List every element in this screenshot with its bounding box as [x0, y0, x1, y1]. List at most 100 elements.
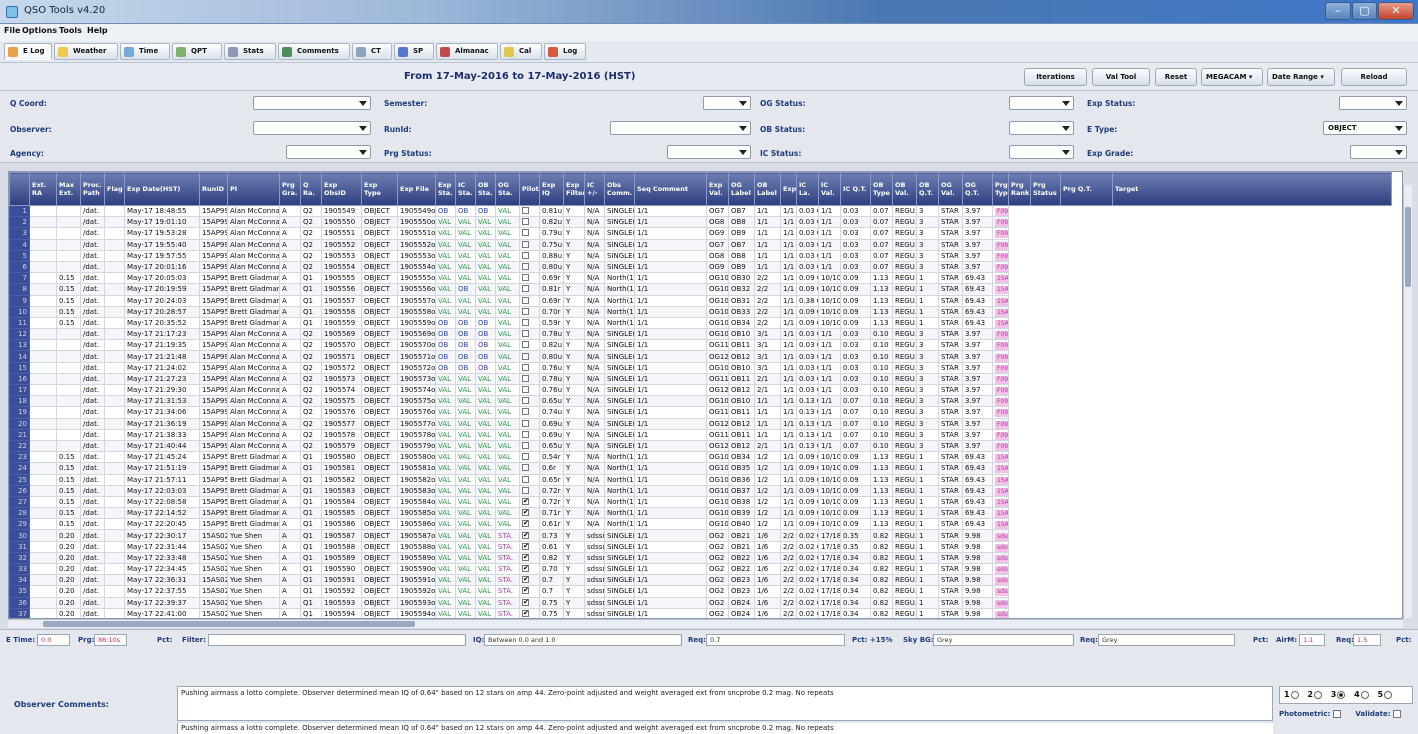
pilot-checkbox[interactable]: [522, 565, 529, 573]
pilot-checkbox[interactable]: [522, 542, 529, 551]
row-number[interactable]: 4: [9, 238, 30, 251]
exp-grade-combo[interactable]: [1350, 145, 1407, 159]
table-row[interactable]: 9 0.15/dat. May-17 20:24:03 15AP95 Brett Gla…: [9, 294, 1392, 307]
row-number[interactable]: 7: [9, 272, 30, 285]
row-number[interactable]: 6: [9, 260, 30, 274]
column-header[interactable]: RunID: [199, 172, 228, 206]
table-row[interactable]: 5/dat.May-17 19:57:5515AP99Alan McConnac…: [9, 249, 1392, 262]
row-number[interactable]: 5: [9, 249, 30, 262]
table-row[interactable]: 24 0.15/dat. May-17 21:51:19 15AP95 Brett Gl…: [9, 462, 1392, 475]
pilot-checkbox[interactable]: [522, 207, 529, 215]
radio-icon[interactable]: [1313, 690, 1322, 699]
column-header[interactable]: OB Q.T.: [916, 172, 939, 206]
table-row[interactable]: 8 0.15/dat. May-17 20:19:59 15AP95 Brett Gla…: [9, 283, 1392, 296]
column-header[interactable]: Target: [1112, 172, 1392, 206]
iterations-button[interactable]: Iterations: [1024, 68, 1087, 86]
column-header[interactable]: OG Val.: [938, 172, 963, 206]
row-number[interactable]: 1: [9, 204, 30, 218]
table-row[interactable]: 29 0.15/dat. May-17 22:20:45 15AP95 Brett Gl…: [9, 518, 1392, 531]
row-number[interactable]: 31: [9, 540, 30, 553]
column-header[interactable]: OB Sta.: [475, 172, 496, 206]
row-number[interactable]: 28: [9, 507, 30, 520]
row-number[interactable]: 34: [9, 574, 30, 587]
row-number[interactable]: 16: [9, 372, 30, 386]
column-header[interactable]: Pilot: [519, 172, 540, 206]
og-status-combo[interactable]: [1009, 96, 1074, 110]
column-header[interactable]: Exp ObsID: [321, 172, 362, 206]
table-row[interactable]: 16/dat. May-17 21:27:23 15AP99 Alan McConna…: [9, 372, 1392, 386]
column-header[interactable]: OG Q.T.: [962, 172, 993, 206]
table-row[interactable]: 30 0.20/dat. May-17 22:30:17 15AS02 Yue Shen…: [9, 529, 1392, 542]
scroll-thumb[interactable]: [43, 621, 415, 627]
column-header[interactable]: Obs Comm.: [604, 172, 635, 206]
row-number[interactable]: 32: [9, 551, 30, 565]
column-header[interactable]: Prg Type: [992, 172, 1009, 206]
column-header[interactable]: IC Val.: [818, 172, 841, 206]
vertical-scrollbar[interactable]: [1403, 185, 1412, 618]
tab-log[interactable]: Log: [544, 43, 586, 60]
pilot-checkbox[interactable]: [522, 419, 529, 427]
table-row[interactable]: 21/dat. May-17 21:38:33 15AP99 Alan McConna…: [9, 428, 1392, 441]
grade-option-2[interactable]: 2: [1307, 690, 1328, 699]
radio-icon[interactable]: [1290, 690, 1299, 699]
table-row[interactable]: 36 0.20/dat. May-17 22:39:37 15AS02 Yue Shen…: [9, 596, 1392, 609]
row-number[interactable]: 2: [9, 216, 30, 229]
table-row[interactable]: 33 0.20/dat. May-17 22:34:45 15AS02 Yue Shen…: [9, 562, 1392, 576]
tab-almanac[interactable]: Almanac: [436, 43, 498, 60]
ic-status-combo[interactable]: [1009, 145, 1074, 159]
pilot-checkbox[interactable]: [522, 553, 529, 562]
row-number[interactable]: 12: [9, 328, 30, 341]
tab-sp[interactable]: SP: [394, 43, 434, 60]
grade-option-5[interactable]: 5: [1378, 690, 1399, 699]
pilot-checkbox[interactable]: [522, 609, 529, 618]
req2-field[interactable]: Grey: [1098, 634, 1235, 646]
table-row[interactable]: 19/dat. May-17 21:34:06 15AP99 Alan McConna…: [9, 406, 1392, 419]
row-number[interactable]: 19: [9, 406, 30, 419]
row-number[interactable]: 10: [9, 305, 30, 318]
column-header[interactable]: IC +/-: [584, 172, 605, 206]
horizontal-scrollbar[interactable]: [8, 619, 1403, 628]
val-tool-button[interactable]: Val Tool: [1092, 68, 1150, 86]
tab-qpt[interactable]: QPT: [172, 43, 222, 60]
row-number[interactable]: 20: [9, 417, 30, 430]
pilot-checkbox[interactable]: [522, 509, 529, 517]
reload-button[interactable]: Reload: [1341, 68, 1407, 86]
q-coord-combo[interactable]: [253, 96, 371, 110]
exp-status-combo[interactable]: [1339, 96, 1407, 110]
table-row[interactable]: 34 0.20/dat. May-17 22:36:31 15AS02 Yue Shen…: [9, 574, 1392, 587]
column-header[interactable]: Proc. Path: [80, 172, 105, 206]
pilot-checkbox[interactable]: [522, 442, 529, 450]
table-row[interactable]: 11 0.15/dat. May-17 20:35:52 15AP95 Brett Gl…: [9, 316, 1392, 330]
table-row[interactable]: 6/dat.May-17 20:01:1615AP99Alan McConnac…: [9, 260, 1392, 274]
column-header[interactable]: OG Sta.: [495, 172, 520, 206]
menu-help[interactable]: Help: [87, 26, 108, 35]
table-row[interactable]: 32 0.20/dat. May-17 22:33:48 15AS02 Yue Shen…: [9, 551, 1392, 565]
row-number[interactable]: 29: [9, 518, 30, 531]
column-header[interactable]: Exp Sta.: [435, 172, 456, 206]
column-header[interactable]: IC Sta.: [455, 172, 476, 206]
table-row[interactable]: 35 0.20/dat. May-17 22:37:55 15AS02 Yue Shen…: [9, 585, 1392, 598]
row-number[interactable]: 8: [9, 283, 30, 296]
tab-weather[interactable]: Weather: [54, 43, 118, 60]
pilot-checkbox[interactable]: [522, 251, 529, 259]
row-number[interactable]: 35: [9, 585, 30, 598]
row-number[interactable]: 36: [9, 596, 30, 609]
minimize-button[interactable]: –: [1325, 2, 1351, 20]
column-header[interactable]: IC Q.T.: [840, 172, 871, 206]
scroll-thumb[interactable]: [1405, 207, 1411, 287]
row-number[interactable]: 13: [9, 339, 30, 352]
radio-icon[interactable]: [1384, 690, 1393, 699]
table-row[interactable]: 1/dat.May-17 18:48:5515AP99Alan McConnac…: [9, 204, 1392, 218]
date-range-select[interactable]: Date Range ▾: [1267, 68, 1335, 86]
pilot-checkbox[interactable]: [522, 363, 529, 371]
column-header[interactable]: Exp IQ: [539, 172, 564, 206]
tab-time[interactable]: Time: [120, 43, 170, 60]
table-row[interactable]: 7 0.15/dat. May-17 20:05:03 15AP95 Brett Gla…: [9, 272, 1392, 285]
photometric-checkbox[interactable]: [1332, 710, 1341, 718]
pilot-checkbox[interactable]: [522, 330, 529, 338]
table-row[interactable]: 10 0.15/dat. May-17 20:28:57 15AP95 Brett Gl…: [9, 305, 1392, 318]
pilot-checkbox[interactable]: [522, 397, 529, 405]
table-row[interactable]: 23 0.15/dat. May-17 21:45:24 15AP95 Brett Gl…: [9, 451, 1392, 464]
agency-combo[interactable]: [286, 145, 371, 159]
column-header[interactable]: OG Label: [728, 172, 755, 206]
